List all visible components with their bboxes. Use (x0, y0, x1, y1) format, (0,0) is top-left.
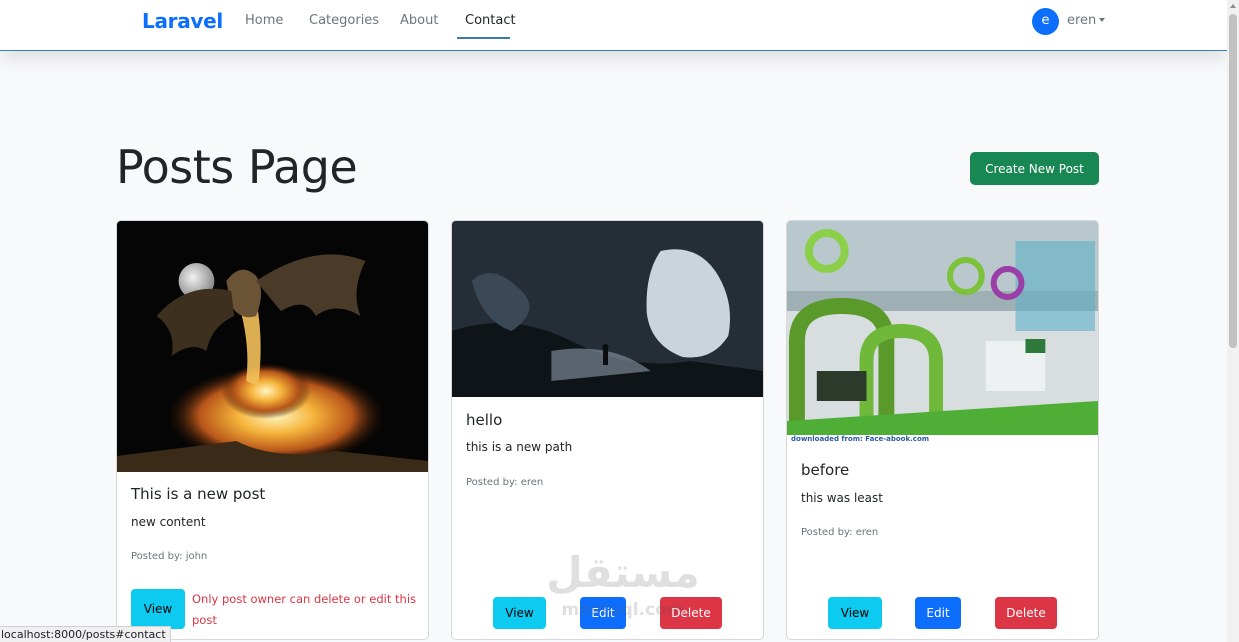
vertical-scrollbar[interactable] (1227, 0, 1239, 642)
caret-down-icon (1099, 18, 1106, 22)
delete-post-button[interactable]: Delete (995, 597, 1057, 629)
nav-link-home[interactable]: Home (245, 13, 283, 28)
post-image (452, 221, 763, 397)
user-avatar[interactable]: e (1032, 8, 1059, 35)
status-bar-url: localhost:8000/posts#contact (0, 626, 171, 642)
nav-link-contact[interactable]: Contact (465, 13, 516, 28)
nav-link-categories[interactable]: Categories (309, 13, 379, 28)
post-author: Posted by: eren (466, 477, 544, 488)
brand-logo[interactable]: Laravel (142, 9, 223, 33)
post-author: Posted by: eren (801, 527, 879, 538)
nav-link-about[interactable]: About (400, 13, 438, 28)
view-post-button[interactable]: View (131, 589, 185, 629)
post-card: downloaded from: Face-abook.com before t… (786, 220, 1099, 640)
owner-permission-note: Only post owner can delete or edit this … (192, 592, 417, 627)
post-author: Posted by: john (131, 551, 208, 562)
post-image: downloaded from: Face-abook.com (787, 221, 1098, 447)
post-title: This is a new post (131, 485, 266, 503)
active-nav-indicator (457, 37, 510, 39)
page-title: Posts Page (116, 140, 358, 194)
post-card: This is a new post new content Posted by… (116, 220, 429, 640)
post-title: hello (466, 411, 503, 429)
dragon-breathing-fire-image (117, 221, 428, 472)
post-title: before (801, 461, 850, 479)
post-image (117, 221, 428, 472)
user-name: eren (1067, 13, 1097, 28)
post-content: this is a new path (466, 440, 573, 454)
post-content: new content (131, 515, 206, 529)
edit-post-button[interactable]: Edit (915, 597, 961, 629)
scrollbar-thumb[interactable] (1229, 14, 1237, 348)
post-content: this was least (801, 491, 883, 505)
navbar: Laravel Home Categories About Contact e … (0, 0, 1227, 51)
office-interior-image (787, 221, 1098, 447)
create-new-post-button[interactable]: Create New Post (970, 152, 1099, 185)
image-caption: downloaded from: Face-abook.com (791, 435, 930, 443)
edit-post-button[interactable]: Edit (580, 597, 626, 629)
scroll-up-arrow-icon[interactable] (1230, 4, 1236, 8)
delete-post-button[interactable]: Delete (660, 597, 722, 629)
dark-cave-image (452, 221, 763, 397)
view-post-button[interactable]: View (828, 597, 882, 629)
user-menu-toggle[interactable]: eren (1067, 13, 1106, 28)
post-card: hello this is a new path Posted by: eren… (451, 220, 764, 640)
view-post-button[interactable]: View (493, 597, 546, 629)
